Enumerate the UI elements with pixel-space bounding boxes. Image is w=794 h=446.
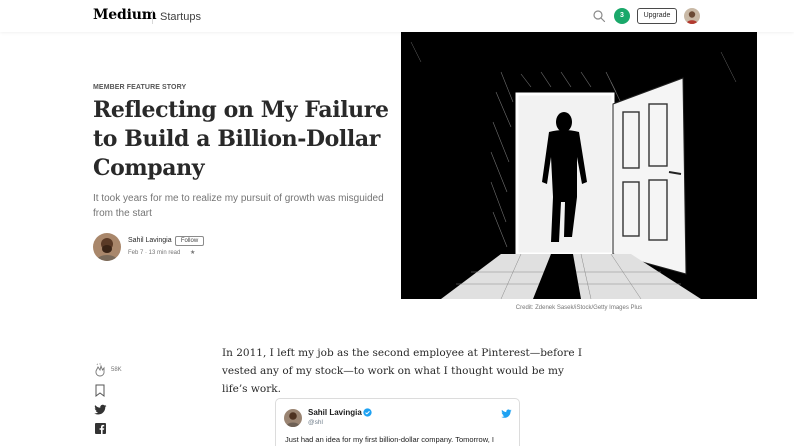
bookmark-icon[interactable] xyxy=(95,384,105,397)
user-avatar-image xyxy=(684,8,700,24)
verified-badge-icon xyxy=(363,408,372,417)
clap-icon[interactable] xyxy=(93,363,107,377)
article-meta: Feb 7 · 13 min read xyxy=(128,250,181,256)
tweet-avatar-image xyxy=(284,409,302,427)
publication-name[interactable]: Startups xyxy=(160,11,201,23)
upgrade-button[interactable]: Upgrade xyxy=(637,8,677,24)
facebook-icon[interactable] xyxy=(95,423,106,434)
twitter-icon[interactable] xyxy=(94,404,107,416)
member-star-icon: ★ xyxy=(190,250,196,256)
article-page: Medium Startups 3 Upgrade MEMBER FEATURE… xyxy=(0,0,794,446)
author-avatar-image xyxy=(93,233,121,261)
embedded-tweet[interactable]: Sahil Lavingia @shl Just had an idea for… xyxy=(275,398,520,446)
tweet-text: Just had an idea for my first billion-do… xyxy=(285,435,494,444)
article-subtitle: It took years for me to realize my pursu… xyxy=(93,193,384,219)
image-credit: Credit: Zdenek Sasek/iStock/Getty Images… xyxy=(515,305,643,311)
notifications-badge[interactable]: 3 xyxy=(614,8,630,24)
clap-count: 58K xyxy=(111,367,122,373)
article-title: Reflecting on My Failure to Build a Bill… xyxy=(93,97,389,181)
article-body-paragraph: In 2011, I left my job as the second emp… xyxy=(222,347,583,395)
top-navigation-bar: Medium Startups 3 Upgrade xyxy=(0,0,794,32)
follow-button[interactable]: Follow xyxy=(175,236,204,246)
story-kicker: MEMBER FEATURE STORY xyxy=(93,84,187,91)
tweet-author-name[interactable]: Sahil Lavingia xyxy=(308,408,362,417)
author-name[interactable]: Sahil Lavingia xyxy=(128,237,172,244)
medium-logo[interactable]: Medium xyxy=(93,7,157,23)
author-avatar[interactable] xyxy=(93,233,121,261)
door-silhouette-illustration xyxy=(401,32,757,299)
search-icon[interactable] xyxy=(592,9,606,23)
tweet-author-avatar[interactable] xyxy=(284,409,302,427)
tweet-author-handle[interactable]: @shl xyxy=(308,419,323,426)
twitter-bird-icon[interactable] xyxy=(501,409,512,419)
user-avatar[interactable] xyxy=(684,8,700,24)
header-divider xyxy=(152,10,153,24)
hero-image xyxy=(401,32,757,299)
